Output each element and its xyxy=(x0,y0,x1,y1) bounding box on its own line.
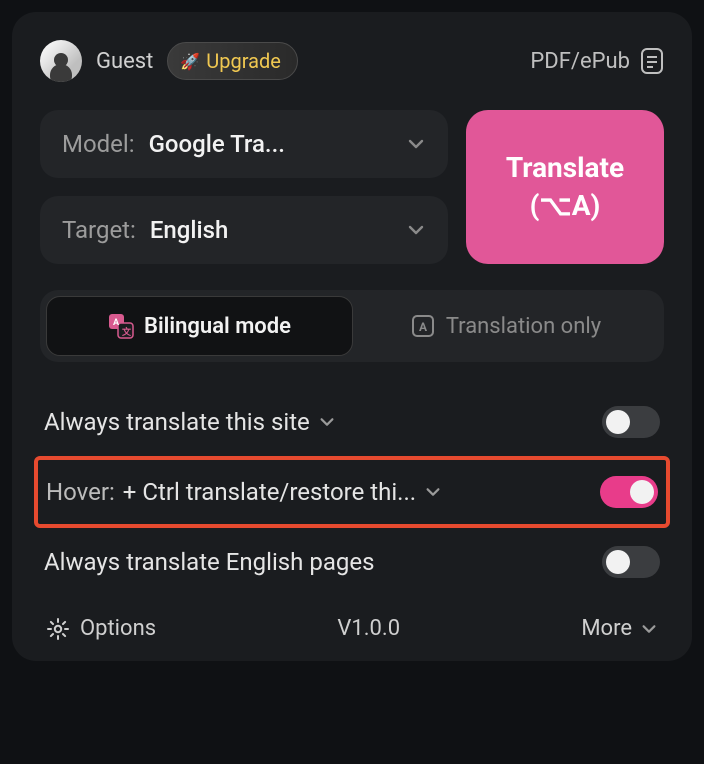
translate-button[interactable]: Translate (⌥A) xyxy=(466,110,664,264)
hover-toggle[interactable] xyxy=(600,476,658,508)
svg-text:A: A xyxy=(419,320,428,334)
hover-row-highlight: Hover: + Ctrl translate/restore thi... xyxy=(34,456,670,528)
main-controls: Model: Google Tra... Target: English Tra… xyxy=(40,110,664,264)
chevron-down-icon xyxy=(406,134,426,154)
gear-icon xyxy=(46,617,70,641)
chevron-down-icon xyxy=(640,620,658,638)
select-group: Model: Google Tra... Target: English xyxy=(40,110,448,264)
always-site-label: Always translate this site xyxy=(44,408,310,436)
mode-segmented: A 文 Bilingual mode A Translation only xyxy=(40,290,664,362)
upgrade-label: Upgrade xyxy=(206,49,281,73)
translate-label-line1: Translate xyxy=(506,149,624,187)
always-site-toggle[interactable] xyxy=(602,406,660,438)
chevron-down-icon xyxy=(406,220,426,240)
hover-row: Hover: + Ctrl translate/restore thi... xyxy=(42,466,662,518)
model-value: Google Tra... xyxy=(149,130,406,158)
hover-prefix: Hover: xyxy=(46,478,115,506)
upgrade-button[interactable]: 🚀 Upgrade xyxy=(167,42,298,80)
model-label: Model: xyxy=(62,130,135,158)
options-label: Options xyxy=(80,616,156,641)
target-value: English xyxy=(150,216,406,244)
tab-bilingual[interactable]: A 文 Bilingual mode xyxy=(46,296,353,356)
more-button[interactable]: More xyxy=(581,616,658,641)
options-button[interactable]: Options xyxy=(46,616,156,641)
document-icon xyxy=(640,47,664,75)
hover-label: + Ctrl translate/restore thi... xyxy=(123,478,416,506)
translation-only-label: Translation only xyxy=(446,314,601,339)
translate-label-line2: (⌥A) xyxy=(530,187,601,225)
chevron-down-icon[interactable] xyxy=(318,413,336,431)
rocket-icon: 🚀 xyxy=(180,52,200,71)
target-select[interactable]: Target: English xyxy=(40,196,448,264)
user-label: Guest xyxy=(96,49,153,74)
always-lang-toggle[interactable] xyxy=(602,546,660,578)
avatar[interactable] xyxy=(40,40,82,82)
model-select[interactable]: Model: Google Tra... xyxy=(40,110,448,178)
bilingual-icon: A 文 xyxy=(108,313,134,339)
format-label: PDF/ePub xyxy=(530,49,630,74)
svg-text:文: 文 xyxy=(121,326,132,338)
header: Guest 🚀 Upgrade PDF/ePub xyxy=(40,40,664,82)
always-lang-row: Always translate English pages xyxy=(40,532,664,592)
version-label: V1.0.0 xyxy=(337,616,400,641)
svg-text:A: A xyxy=(113,318,120,328)
format-button[interactable]: PDF/ePub xyxy=(530,47,664,75)
more-label: More xyxy=(581,616,632,641)
translation-only-icon: A xyxy=(410,313,436,339)
target-label: Target: xyxy=(62,216,136,244)
chevron-down-icon[interactable] xyxy=(424,483,442,501)
bilingual-label: Bilingual mode xyxy=(144,314,291,339)
extension-panel: Guest 🚀 Upgrade PDF/ePub Model: Google T… xyxy=(12,12,692,661)
tab-translation-only[interactable]: A Translation only xyxy=(353,296,658,356)
footer: Options V1.0.0 More xyxy=(40,612,664,641)
always-lang-label: Always translate English pages xyxy=(44,548,374,576)
header-left: Guest 🚀 Upgrade xyxy=(40,40,298,82)
always-site-row: Always translate this site xyxy=(40,392,664,452)
